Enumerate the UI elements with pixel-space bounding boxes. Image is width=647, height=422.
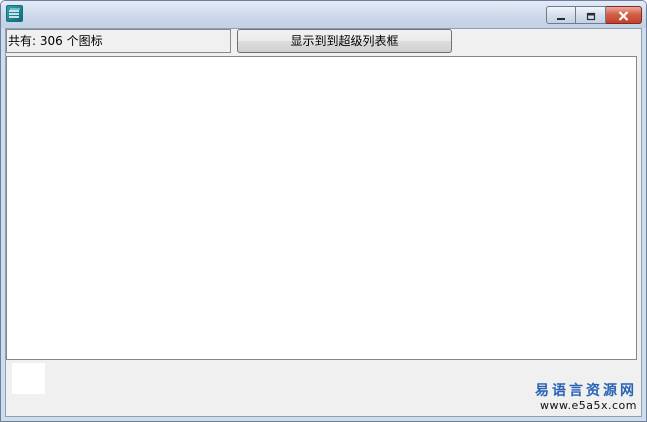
- close-icon: [618, 6, 629, 25]
- watermark-url: www.e5a5x.com: [540, 399, 637, 412]
- client-area: 共有: 306 个图标 显示到到超级列表框 易语言资源网 www.e5a5x.c…: [5, 28, 642, 417]
- super-list-box[interactable]: [6, 56, 637, 360]
- app-icon[interactable]: [6, 5, 23, 22]
- watermark-title: 易语言资源网: [535, 383, 637, 399]
- maximize-button[interactable]: [576, 6, 606, 24]
- show-in-list-button[interactable]: 显示到到超级列表框: [237, 29, 452, 53]
- app-window: 共有: 306 个图标 显示到到超级列表框 易语言资源网 www.e5a5x.c…: [0, 0, 647, 422]
- watermark: 易语言资源网 www.e5a5x.com: [535, 383, 637, 412]
- icon-count-label: 共有: 306 个图标: [6, 29, 231, 53]
- maximize-icon: [586, 6, 596, 25]
- icon-preview-box: [12, 363, 45, 394]
- minimize-button[interactable]: [546, 6, 576, 24]
- close-button[interactable]: [606, 6, 642, 24]
- minimize-icon: [556, 6, 566, 25]
- title-bar[interactable]: [1, 1, 646, 28]
